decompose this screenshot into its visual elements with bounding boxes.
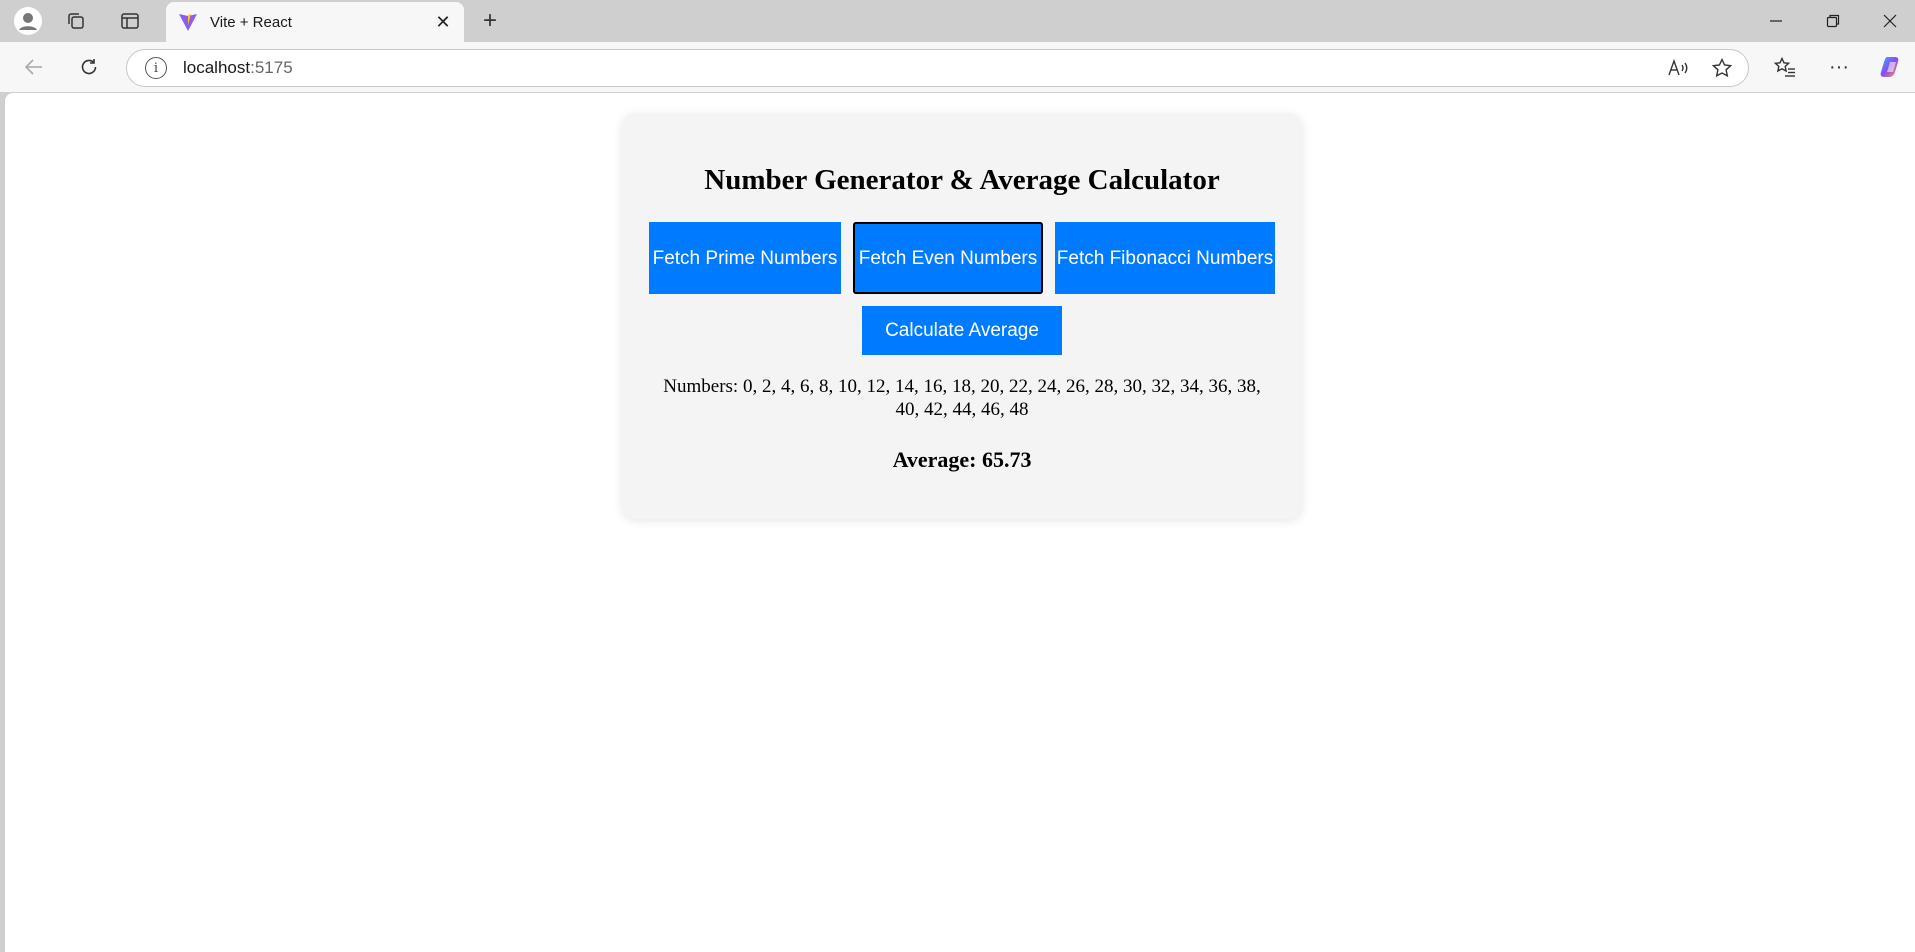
reload-icon[interactable] bbox=[71, 51, 107, 83]
tab-title: Vite + React bbox=[210, 13, 292, 31]
page-title: Number Generator & Average Calculator bbox=[704, 164, 1220, 196]
restore-icon[interactable] bbox=[1805, 0, 1861, 42]
tab-strip: Vite + React ✕ + bbox=[0, 0, 1915, 42]
address-bar[interactable]: i localhost:5175 bbox=[126, 49, 1749, 87]
close-window-icon[interactable] bbox=[1862, 0, 1915, 42]
read-aloud-icon[interactable] bbox=[1660, 52, 1696, 84]
fetch-prime-button[interactable]: Fetch Prime Numbers bbox=[649, 222, 841, 294]
back-icon[interactable] bbox=[16, 51, 52, 83]
url-text[interactable]: localhost:5175 bbox=[183, 58, 1660, 78]
page-viewport: Number Generator & Average Calculator Fe… bbox=[5, 93, 1915, 952]
close-tab-icon[interactable]: ✕ bbox=[428, 7, 458, 37]
calculate-average-button[interactable]: Calculate Average bbox=[862, 306, 1062, 355]
fetch-even-button[interactable]: Fetch Even Numbers bbox=[853, 222, 1043, 294]
minimize-icon[interactable] bbox=[1748, 0, 1804, 42]
calculator-card: Number Generator & Average Calculator Fe… bbox=[622, 113, 1302, 519]
more-options-icon[interactable]: ··· bbox=[1820, 51, 1858, 83]
fetch-button-row: Fetch Prime Numbers Fetch Even Numbers F… bbox=[622, 222, 1302, 294]
profile-icon[interactable] bbox=[12, 6, 44, 36]
favorites-icon[interactable] bbox=[1766, 51, 1804, 83]
new-tab-icon[interactable]: + bbox=[474, 6, 506, 36]
workspaces-icon[interactable] bbox=[60, 6, 92, 36]
average-result: Average: 65.73 bbox=[892, 447, 1032, 472]
site-info-icon[interactable]: i bbox=[145, 57, 167, 79]
fetch-fibonacci-button[interactable]: Fetch Fibonacci Numbers bbox=[1055, 222, 1275, 294]
vite-logo-icon bbox=[176, 10, 200, 34]
vertical-tabs-icon[interactable] bbox=[114, 6, 146, 36]
active-tab[interactable]: Vite + React ✕ bbox=[166, 2, 464, 42]
copilot-icon[interactable] bbox=[1873, 51, 1911, 83]
favorite-star-icon[interactable] bbox=[1704, 52, 1740, 84]
numbers-list: Numbers: 0, 2, 4, 6, 8, 10, 12, 14, 16, … bbox=[663, 376, 1261, 420]
browser-toolbar: i localhost:5175 ··· bbox=[0, 42, 1915, 92]
